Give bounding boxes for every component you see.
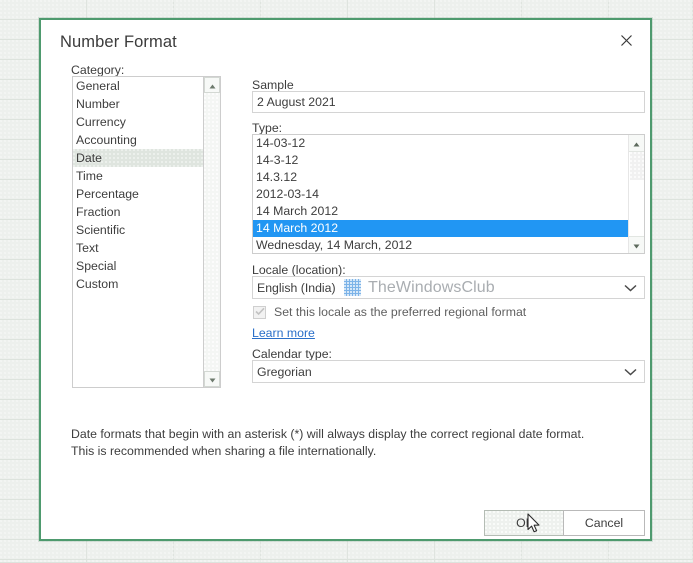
- category-scroll-down-button[interactable]: [204, 371, 220, 387]
- scroll-down-arrow-icon: [633, 236, 640, 253]
- category-listbox[interactable]: General Number Currency Accounting Date …: [72, 76, 204, 388]
- description-line-2: This is recommended when sharing a file …: [71, 444, 377, 458]
- type-listbox[interactable]: 14-03-12 14-3-12 14.3.12 2012-03-14 14 M…: [252, 134, 645, 254]
- scroll-down-arrow-icon: [209, 370, 216, 388]
- category-item[interactable]: Number: [73, 95, 203, 113]
- category-item[interactable]: Scientific: [73, 221, 203, 239]
- type-scrollbar[interactable]: [628, 135, 644, 253]
- category-item[interactable]: Text: [73, 239, 203, 257]
- type-item-selected[interactable]: 14 March 2012: [253, 220, 629, 237]
- scroll-up-arrow-icon: [633, 135, 640, 152]
- locale-selected-value: English (India): [257, 280, 336, 295]
- type-label: Type:: [252, 121, 283, 135]
- type-item[interactable]: 14.3.12: [253, 169, 629, 186]
- category-item-selected[interactable]: Date: [73, 149, 203, 167]
- ok-button[interactable]: OK: [484, 510, 566, 536]
- category-item[interactable]: Time: [73, 167, 203, 185]
- scroll-up-arrow-icon: [209, 76, 216, 94]
- calendar-type-selected-value: Gregorian: [257, 364, 312, 379]
- category-item[interactable]: Percentage: [73, 185, 203, 203]
- calendar-type-label: Calendar type:: [252, 347, 332, 361]
- preferred-locale-label: Set this locale as the preferred regiona…: [274, 305, 527, 319]
- type-item[interactable]: 14-03-12: [253, 135, 629, 152]
- preferred-locale-checkbox[interactable]: [253, 303, 266, 321]
- category-item[interactable]: Currency: [73, 113, 203, 131]
- chevron-down-icon: [624, 284, 637, 292]
- category-item[interactable]: Accounting: [73, 131, 203, 149]
- sample-value: 2 August 2021: [252, 91, 645, 113]
- description-line-1: Date formats that begin with an asterisk…: [71, 427, 585, 441]
- learn-more-link[interactable]: Learn more: [252, 326, 315, 340]
- close-button[interactable]: [608, 26, 644, 54]
- type-scroll-down-button[interactable]: [629, 236, 644, 253]
- calendar-type-select[interactable]: Gregorian: [252, 360, 645, 383]
- type-item[interactable]: 14-3-12: [253, 152, 629, 169]
- category-item[interactable]: Special: [73, 257, 203, 275]
- type-item[interactable]: 2012-03-14: [253, 186, 629, 203]
- type-item[interactable]: Wednesday, 14 March, 2012: [253, 237, 629, 253]
- number-format-dialog: Number Format Category: General Number C…: [39, 18, 652, 541]
- category-label: Category:: [71, 63, 125, 77]
- locale-label: Locale (location):: [252, 263, 346, 277]
- close-icon: [620, 34, 632, 46]
- type-scrollbar-thumb[interactable]: [630, 152, 644, 180]
- checkmark-icon: [254, 303, 265, 321]
- cancel-button[interactable]: Cancel: [563, 510, 645, 536]
- description-text: Date formats that begin with an asterisk…: [71, 426, 631, 460]
- locale-select[interactable]: English (India): [252, 276, 645, 299]
- type-scroll-up-button[interactable]: [629, 135, 644, 152]
- sample-label: Sample: [252, 78, 294, 92]
- type-item[interactable]: 14 March 2012: [253, 203, 629, 220]
- chevron-down-icon: [624, 368, 637, 376]
- category-item[interactable]: General: [73, 77, 203, 95]
- category-scrollbar[interactable]: [204, 76, 221, 388]
- category-item[interactable]: Fraction: [73, 203, 203, 221]
- preferred-locale-row[interactable]: Set this locale as the preferred regiona…: [253, 305, 526, 319]
- category-scroll-up-button[interactable]: [204, 77, 220, 93]
- category-item[interactable]: Custom: [73, 275, 203, 293]
- page-title: Number Format: [60, 33, 177, 51]
